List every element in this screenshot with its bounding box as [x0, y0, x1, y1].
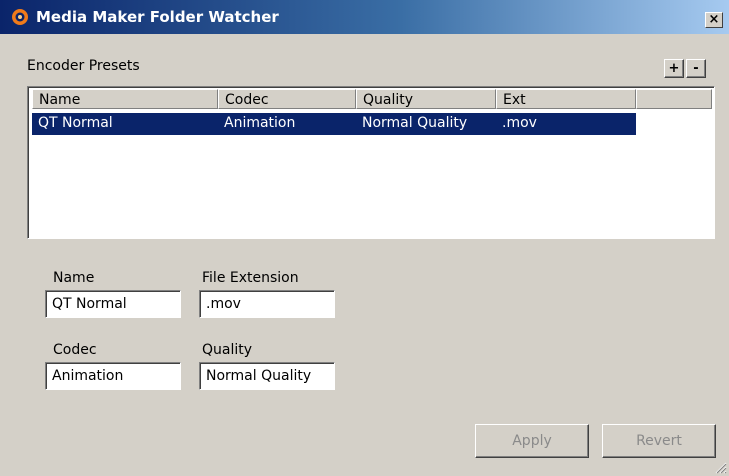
- name-label: Name: [53, 270, 95, 286]
- window-title: Media Maker Folder Watcher: [36, 8, 279, 26]
- add-preset-button[interactable]: +: [664, 59, 684, 78]
- file-extension-field[interactable]: .mov: [199, 290, 335, 318]
- quality-field[interactable]: Normal Quality: [199, 362, 335, 390]
- table-row[interactable]: QT Normal Animation Normal Quality .mov: [32, 113, 636, 135]
- app-logo-icon: [12, 9, 28, 25]
- name-field[interactable]: QT Normal: [45, 290, 181, 318]
- encoder-presets-label: Encoder Presets: [27, 58, 140, 74]
- column-header-ext[interactable]: Ext: [496, 89, 636, 109]
- file-extension-label: File Extension: [202, 270, 299, 286]
- list-header: Name Codec Quality Ext: [30, 89, 712, 111]
- cell-codec: Animation: [224, 115, 296, 131]
- close-button[interactable]: ×: [705, 12, 723, 28]
- cell-name: QT Normal: [38, 115, 113, 131]
- presets-list[interactable]: Name Codec Quality Ext QT Normal Animati…: [27, 86, 715, 239]
- cell-ext: .mov: [502, 115, 537, 131]
- folder-watcher-window: Media Maker Folder Watcher × Encoder Pre…: [0, 0, 729, 476]
- column-header-name[interactable]: Name: [32, 89, 218, 109]
- title-bar[interactable]: Media Maker Folder Watcher ×: [0, 0, 729, 34]
- apply-button[interactable]: Apply: [475, 424, 589, 458]
- revert-button[interactable]: Revert: [602, 424, 716, 458]
- resize-grip-icon[interactable]: [713, 460, 727, 474]
- codec-field[interactable]: Animation: [45, 362, 181, 390]
- codec-label: Codec: [53, 342, 97, 358]
- column-header-filler: [636, 89, 712, 109]
- cell-quality: Normal Quality: [362, 115, 468, 131]
- quality-label: Quality: [202, 342, 253, 358]
- column-header-codec[interactable]: Codec: [218, 89, 356, 109]
- remove-preset-button[interactable]: -: [686, 59, 706, 78]
- column-header-quality[interactable]: Quality: [356, 89, 496, 109]
